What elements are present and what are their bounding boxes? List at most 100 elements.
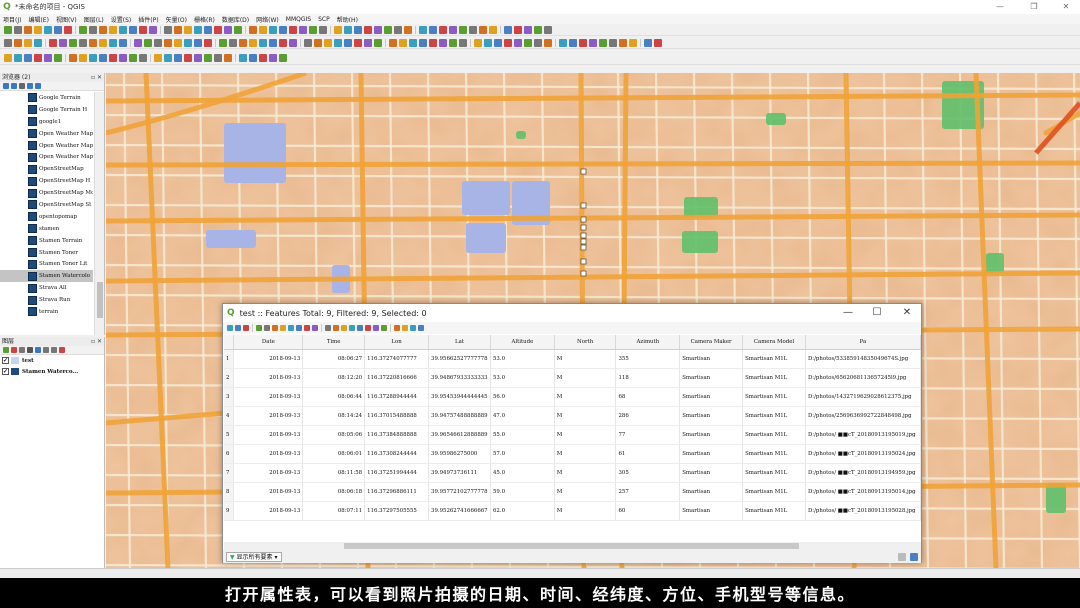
menu-item-10[interactable]: MMQGIS [286,16,311,23]
table-cell[interactable]: Smartisan M1L [742,501,806,521]
tool-icon[interactable] [256,325,262,331]
tool-icon[interactable] [99,25,107,34]
expand-icon[interactable] [43,347,49,353]
tool-icon[interactable] [534,25,542,34]
tool-icon[interactable] [227,325,233,331]
tool-icon[interactable] [364,38,372,47]
table-cell[interactable]: 08:14:24 [302,406,366,426]
table-cell[interactable]: 305 [615,463,681,483]
tool-icon[interactable] [129,53,137,62]
tool-icon[interactable] [418,325,424,331]
menu-item-11[interactable]: SCP [318,16,330,23]
column-header[interactable]: Date [233,335,304,350]
tool-icon[interactable] [154,53,162,62]
tool-icon[interactable] [449,38,457,47]
row-number[interactable]: 9 [224,501,235,521]
table-cell[interactable]: 116.37274077777 [364,349,430,369]
column-header[interactable]: Time [302,335,366,350]
browser-item[interactable]: Google Terrain [0,92,93,104]
menu-item-5[interactable]: 插件(P) [138,15,158,24]
column-header[interactable]: Pa [805,335,921,350]
tool-icon[interactable] [364,25,372,34]
refresh-icon[interactable] [3,83,9,89]
close-icon[interactable]: ✕ [893,304,921,322]
table-row[interactable]: 5 2018-09-13 08:05:06 116.37384888888 39.965… [224,425,921,445]
table-cell[interactable]: Smartisan [679,349,744,369]
table-cell[interactable]: D:/photos/ ■■cT_20180913195028.jpg [805,501,921,521]
tool-icon[interactable] [64,25,72,34]
tool-icon[interactable] [479,25,487,34]
tool-icon[interactable] [234,25,242,34]
table-cell[interactable]: Smartisan [679,444,744,464]
tool-icon[interactable] [164,25,172,34]
tool-icon[interactable] [334,38,342,47]
tool-icon[interactable] [494,38,502,47]
close-icon[interactable]: ✕ [1054,0,1078,14]
table-cell[interactable]: 2018-09-13 [233,482,304,502]
tool-icon[interactable] [319,25,327,34]
tool-icon[interactable] [44,53,52,62]
row-number[interactable]: 1 [224,349,235,369]
tool-icon[interactable] [229,38,237,47]
tool-icon[interactable] [524,25,532,34]
table-row[interactable]: 8 2018-09-13 08:06:18 116.37296886111 39.957… [224,482,921,502]
tool-icon[interactable] [599,38,607,47]
tool-icon[interactable] [419,38,427,47]
tool-icon[interactable] [69,53,77,62]
browser-item[interactable]: Strava Run [0,294,93,306]
row-number[interactable]: 6 [224,444,235,464]
table-cell[interactable]: 2018-09-13 [233,425,304,445]
tool-icon[interactable] [544,25,552,34]
table-cell[interactable]: Smartisan M1L [742,482,806,502]
tool-icon[interactable] [312,325,318,331]
tool-icon[interactable] [219,38,227,47]
tool-icon[interactable] [109,25,117,34]
tool-icon[interactable] [184,25,192,34]
tool-icon[interactable] [449,25,457,34]
column-header[interactable]: Lon [364,335,430,350]
tool-icon[interactable] [24,38,32,47]
tool-icon[interactable] [559,38,567,47]
tool-icon[interactable] [373,325,379,331]
tool-icon[interactable] [235,325,241,331]
tool-icon[interactable] [214,53,222,62]
browser-item[interactable]: OpenStreetMap Mo [0,187,93,199]
tool-icon[interactable] [154,38,162,47]
browser-item[interactable]: Open Weather Map [0,128,93,140]
table-cell[interactable]: Smartisan [679,406,744,426]
tool-icon[interactable] [264,325,270,331]
table-cell[interactable]: 2018-09-13 [233,387,304,407]
attribute-table-grid[interactable]: Date Time Lon Lat Altitude North Azimuth Camera… [224,335,921,542]
tool-icon[interactable] [289,38,297,47]
table-cell[interactable]: Smartisan M1L [742,387,806,407]
table-cell[interactable]: 116.37308244444 [364,444,430,464]
row-number[interactable]: 5 [224,425,235,445]
table-cell[interactable]: 2018-09-13 [233,501,304,521]
tool-icon[interactable] [214,25,222,34]
table-cell[interactable]: Smartisan [679,482,744,502]
tool-icon[interactable] [402,325,408,331]
tool-icon[interactable] [89,53,97,62]
tool-icon[interactable] [289,25,297,34]
tool-icon[interactable] [629,38,637,47]
tool-icon[interactable] [194,25,202,34]
tool-icon[interactable] [429,25,437,34]
tool-icon[interactable] [194,38,202,47]
menu-item-8[interactable]: 数据库(D) [222,15,249,24]
table-cell[interactable]: 57.0 [490,444,555,464]
browser-scrollbar[interactable] [94,92,104,335]
table-cell[interactable]: Smartisan [679,425,744,445]
remove-layer-icon[interactable] [59,347,65,353]
table-cell[interactable]: M [554,387,617,407]
tool-icon[interactable] [410,325,416,331]
table-cell[interactable]: 2018-09-13 [233,349,304,369]
tool-icon[interactable] [4,38,12,47]
row-number[interactable]: 3 [224,387,235,407]
tool-icon[interactable] [99,53,107,62]
tool-icon[interactable] [349,325,355,331]
table-cell[interactable]: 08:06:18 [302,482,366,502]
tool-icon[interactable] [374,25,382,34]
tool-icon[interactable] [89,25,97,34]
tool-icon[interactable] [139,25,147,34]
tool-icon[interactable] [149,25,157,34]
